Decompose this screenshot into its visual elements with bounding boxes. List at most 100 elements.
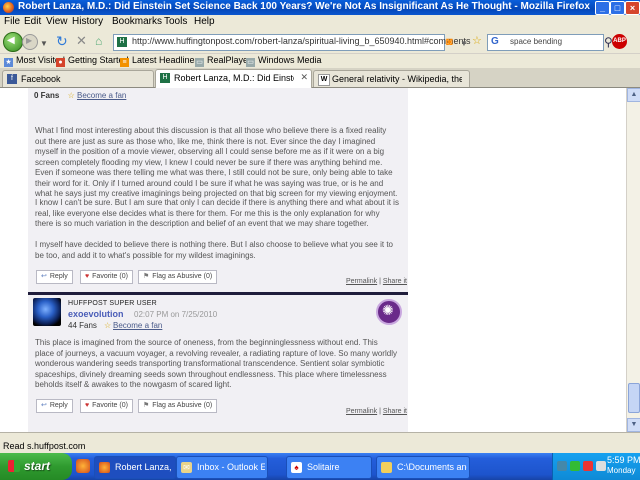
comment-2-header: HUFFPOST SUPER USER exoevolution 02:07 P… <box>28 295 408 331</box>
bookmark-getting-started[interactable]: ● Getting Started <box>56 55 129 67</box>
bookmark-realplayer[interactable]: ▭ RealPlayer <box>195 55 251 67</box>
vertical-scrollbar[interactable]: ▲ ▼ <box>626 88 640 432</box>
google-icon[interactable]: G <box>491 36 499 47</box>
close-button[interactable]: × <box>625 1 640 15</box>
scroll-thumb[interactable] <box>628 383 640 413</box>
flag-label: Flag as Abusive (0) <box>152 273 213 280</box>
navigation-toolbar: ▼ ↻ ✕ ⌂ H http://www.huffingtonpost.com/… <box>0 29 640 53</box>
taskbar-item-outlook[interactable]: ✉ Inbox - Outlook Exp... <box>176 456 268 479</box>
permalink-link[interactable]: Permalink <box>346 278 377 285</box>
fans-count: 0 Fans <box>34 91 60 100</box>
share-link[interactable]: Share it <box>383 408 407 415</box>
tab-label: Robert Lanza, M.D.: Did Einstein S... <box>174 73 294 83</box>
comment-1-reply-button[interactable]: ↩ Reply <box>36 270 73 284</box>
start-label: start <box>24 459 51 473</box>
rss-icon[interactable]: ◙ <box>446 35 453 49</box>
taskbar-item-label: C:\Documents and S... <box>397 462 467 472</box>
facebook-icon: f <box>7 74 17 84</box>
fans-count: 44 Fans <box>68 321 97 330</box>
tab-wikipedia[interactable]: W General relativity - Wikipedia, the fr… <box>313 70 470 87</box>
link-separator: | <box>379 278 381 285</box>
menu-tools[interactable]: Tools <box>164 16 187 27</box>
windows-logo-icon <box>8 460 20 472</box>
url-dropdown-icon[interactable]: ▼ <box>460 37 468 51</box>
volume-icon[interactable] <box>596 461 606 471</box>
tab-label: General relativity - Wikipedia, the free… <box>332 74 462 84</box>
window-title: Robert Lanza, M.D.: Did Einstein Set Sci… <box>18 1 590 12</box>
taskbar-item-explorer[interactable]: C:\Documents and S... <box>376 456 470 479</box>
window-title-bar: Robert Lanza, M.D.: Did Einstein Set Sci… <box>0 0 640 15</box>
page-content: 0 Fans ☆ Become a fan What I find most i… <box>0 88 626 432</box>
reload-icon[interactable]: ↻ <box>56 34 68 48</box>
clock-time[interactable]: 5:59 PM <box>607 455 640 465</box>
page-icon: ▭ <box>195 58 204 67</box>
menu-file[interactable]: File <box>4 16 20 27</box>
maximize-button[interactable]: □ <box>610 1 625 15</box>
taskbar-item-solitaire[interactable]: ♠ Solitaire <box>286 456 372 479</box>
flag-label: Flag as Abusive (0) <box>152 402 213 409</box>
scroll-down-icon[interactable]: ▼ <box>627 418 640 432</box>
taskbar-item-label: Solitaire <box>307 462 340 472</box>
flag-icon: ⚑ <box>143 402 150 409</box>
date-link[interactable]: 7/25/2010 <box>182 310 218 319</box>
adblock-icon[interactable]: ABP <box>612 34 627 49</box>
bookmarks-toolbar: ★ Most Visited ● Getting Started ≡ Latest H… <box>0 53 640 68</box>
tab-close-icon[interactable]: ✕ <box>300 72 308 83</box>
username-link[interactable]: exoevolution <box>68 309 124 319</box>
comment-1-flag-button[interactable]: ⚑ Flag as Abusive (0) <box>138 270 218 284</box>
tab-huffpost[interactable]: H Robert Lanza, M.D.: Did Einstein S... … <box>155 69 312 88</box>
stop-icon[interactable]: ✕ <box>76 34 87 48</box>
super-user-icon <box>376 299 402 325</box>
comment-2-paragraph: This place is imagined from the source o… <box>35 338 397 389</box>
menu-edit[interactable]: Edit <box>24 16 41 27</box>
menu-help[interactable]: Help <box>194 16 215 27</box>
menu-view[interactable]: View <box>46 16 68 27</box>
taskbar-item-label: Robert Lanza, M.D.... <box>115 462 173 472</box>
home-icon[interactable]: ⌂ <box>95 34 102 48</box>
minimize-button[interactable]: _ <box>595 1 610 15</box>
become-fan-link[interactable]: Become a fan <box>77 91 126 100</box>
firefox-quicklaunch-icon[interactable] <box>76 459 90 473</box>
bookmark-star-icon[interactable]: ☆ <box>472 34 482 48</box>
comment-2-reply-button[interactable]: ↩ Reply <box>36 399 73 413</box>
avatar[interactable] <box>33 298 61 326</box>
bookmark-latest-headlines[interactable]: ≡ Latest Headlines <box>120 55 199 67</box>
bookmark-label: Latest Headlines <box>132 55 200 65</box>
system-tray: 5:59 PM Monday <box>552 453 640 480</box>
search-box[interactable]: G space bending <box>487 34 604 51</box>
become-fan-link[interactable]: Become a fan <box>113 321 162 330</box>
comment-1-fans-row: 0 Fans ☆ Become a fan <box>34 91 126 100</box>
time-prefix: 02:07 PM on <box>134 310 180 319</box>
star-icon: ☆ <box>67 91 75 100</box>
firefox-icon: ● <box>56 58 65 67</box>
menu-bar: File Edit View History Bookmarks Tools H… <box>0 15 640 29</box>
link-separator: | <box>379 408 381 415</box>
menu-history[interactable]: History <box>72 16 103 27</box>
bookmark-windows-media[interactable]: ▭ Windows Media <box>246 55 322 67</box>
page-left-margin <box>0 88 28 432</box>
history-dropdown-icon[interactable]: ▼ <box>40 37 48 51</box>
share-link[interactable]: Share it <box>383 278 407 285</box>
scroll-up-icon[interactable]: ▲ <box>627 88 640 102</box>
menu-bookmarks[interactable]: Bookmarks <box>112 16 162 27</box>
alert-icon[interactable] <box>583 461 593 471</box>
comment-2-favorite-button[interactable]: ♥ Favorite (0) <box>80 399 133 413</box>
comment-2-flag-button[interactable]: ⚑ Flag as Abusive (0) <box>138 399 218 413</box>
wikipedia-icon: W <box>318 74 330 86</box>
taskbar-item-firefox[interactable]: Robert Lanza, M.D.... <box>94 456 176 479</box>
search-input[interactable]: space bending <box>510 37 562 46</box>
comment-1-paragraph-1: What I find most interesting about this … <box>35 126 398 198</box>
forward-button[interactable] <box>22 34 38 50</box>
address-bar[interactable]: H http://www.huffingtonpost.com/robert-l… <box>113 34 471 51</box>
back-button[interactable] <box>3 32 23 52</box>
comment-1-paragraph-3: I myself have decided to believe there i… <box>35 240 393 260</box>
network-icon[interactable] <box>557 461 567 471</box>
cards-icon: ♠ <box>291 462 302 473</box>
tab-facebook[interactable]: f Facebook <box>2 70 154 87</box>
status-bar: Read s.huffpost.com <box>0 432 640 454</box>
start-button[interactable]: start <box>0 453 72 480</box>
reply-icon: ↩ <box>41 273 47 280</box>
permalink-link[interactable]: Permalink <box>346 408 377 415</box>
comment-1-favorite-button[interactable]: ♥ Favorite (0) <box>80 270 133 284</box>
security-icon[interactable] <box>570 461 580 471</box>
